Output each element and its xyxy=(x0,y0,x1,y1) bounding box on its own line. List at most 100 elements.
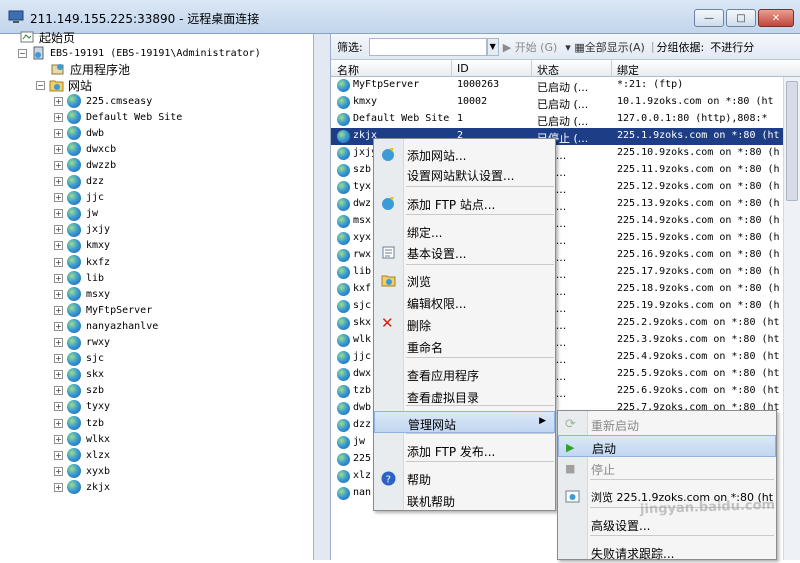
menu-item-bindings[interactable]: 绑定... xyxy=(374,220,555,242)
site-binding: 225.13.9zoks.com on *:80 (h xyxy=(617,198,780,209)
tree-site-item[interactable]: + dzz xyxy=(54,174,104,190)
tree-site-item[interactable]: + dwb xyxy=(54,125,104,141)
menu-item-edit-permissions[interactable]: 编辑权限... xyxy=(374,291,555,313)
collapse-toggle[interactable]: − xyxy=(18,48,27,58)
expand-toggle[interactable]: + xyxy=(54,160,63,170)
tree-site-item[interactable]: + MyFtpServer xyxy=(54,302,152,318)
menu-item-manage-site[interactable]: 管理网站 ▶ xyxy=(374,411,555,433)
tree-site-item[interactable]: + msxy xyxy=(54,286,110,302)
tree-site-item[interactable]: + tzb xyxy=(54,415,104,431)
tree-site-item[interactable]: + xyxb xyxy=(54,463,110,479)
expand-toggle[interactable]: + xyxy=(54,402,63,412)
tree-start-page[interactable]: 起始页 xyxy=(20,29,75,45)
expand-toggle[interactable]: + xyxy=(54,370,63,380)
tree-app-pools[interactable]: 应用程序池 xyxy=(50,61,130,77)
expand-toggle[interactable]: + xyxy=(54,144,63,154)
vertical-scrollbar[interactable] xyxy=(783,77,800,560)
minimize-button[interactable]: — xyxy=(694,9,724,27)
maximize-button[interactable]: □ xyxy=(726,9,756,27)
tree-site-item[interactable]: + kxfz xyxy=(54,254,110,270)
browse-icon xyxy=(565,490,580,503)
menu-item-label: 查看虚拟目录 xyxy=(407,391,480,405)
submenu-item-label: 启动 xyxy=(592,442,617,456)
tree-site-item[interactable]: + sjc xyxy=(54,351,104,367)
expand-toggle[interactable]: + xyxy=(54,289,63,299)
column-status[interactable]: 状态 xyxy=(537,62,559,78)
expand-toggle[interactable]: + xyxy=(54,418,63,428)
menu-item-add-site[interactable]: 添加网站... xyxy=(374,143,555,165)
filter-dropdown-icon[interactable]: ▼ xyxy=(486,37,499,56)
expand-toggle[interactable]: + xyxy=(54,305,63,315)
menu-item-rename[interactable]: 重命名 xyxy=(374,335,555,357)
menu-item-add-ftp-publish[interactable]: 添加 FTP 发布... xyxy=(374,439,555,461)
expand-toggle[interactable]: + xyxy=(54,209,63,219)
expand-toggle[interactable]: + xyxy=(54,273,63,283)
tree-site-item[interactable]: + dwxcb xyxy=(54,141,116,157)
showall-button[interactable]: ▾ ▦全部显示(A) xyxy=(565,39,645,55)
submenu-item-start[interactable]: ▶ 启动 xyxy=(558,435,776,457)
menu-item-basic-settings[interactable]: 基本设置... xyxy=(374,241,555,263)
expand-toggle[interactable]: + xyxy=(54,128,63,138)
expand-toggle[interactable]: + xyxy=(54,466,63,476)
expand-toggle[interactable]: + xyxy=(54,225,63,235)
tree-sites[interactable]: − 网站 xyxy=(36,77,92,93)
tree-sites-label: 网站 xyxy=(68,78,93,93)
submenu-item-stop[interactable]: ■ 停止 xyxy=(558,457,776,479)
tree-server[interactable]: − EBS-19191 (EBS-19191\Administrator) xyxy=(18,45,261,61)
menu-item-view-applications[interactable]: 查看应用程序 xyxy=(374,363,555,385)
expand-toggle[interactable]: + xyxy=(54,112,63,122)
tree-site-item[interactable]: + tyxy xyxy=(54,399,110,415)
tree-site-item[interactable]: + Default Web Site xyxy=(54,109,182,125)
menu-item-delete[interactable]: ✕ 删除 xyxy=(374,313,555,335)
tree-site-item[interactable]: + jw xyxy=(54,206,98,222)
filter-input[interactable] xyxy=(368,37,487,56)
expand-toggle[interactable]: + xyxy=(54,241,63,251)
site-row[interactable]: MyFtpServer 1000263 已启动 (... *:21: (ftp) xyxy=(331,77,800,94)
tree-site-item[interactable]: + zkjx xyxy=(54,479,110,495)
site-row[interactable]: Default Web Site 1 已启动 (... 127.0.0.1:80 (h… xyxy=(331,111,800,128)
expand-toggle[interactable]: + xyxy=(54,338,63,347)
expand-toggle[interactable]: + xyxy=(54,177,63,186)
column-id[interactable]: ID xyxy=(457,62,469,75)
globe-icon xyxy=(67,367,81,382)
expand-toggle[interactable]: + xyxy=(54,257,63,267)
groupby-select[interactable]: 不进行分 xyxy=(710,39,770,55)
scroll-thumb[interactable] xyxy=(786,81,798,201)
groupby-label: 分组依据: xyxy=(656,40,705,54)
close-button[interactable]: ✕ xyxy=(758,9,794,27)
tree-site-item[interactable]: + wlkx xyxy=(54,431,110,447)
menu-item-site-defaults[interactable]: 设置网站默认设置... xyxy=(374,163,555,185)
tree-site-item[interactable]: + jjc xyxy=(54,190,104,206)
tree-site-item[interactable]: + rwxy xyxy=(54,335,110,351)
column-header: 名称 ID 状态 绑定 xyxy=(331,60,800,77)
expand-toggle[interactable]: + xyxy=(54,354,63,364)
expand-toggle[interactable]: + xyxy=(54,96,63,106)
expand-toggle[interactable]: + xyxy=(54,321,63,331)
tree-site-item[interactable]: + jxjy xyxy=(54,222,110,238)
menu-item-online-help[interactable]: 联机帮助 xyxy=(374,489,555,511)
expand-toggle[interactable]: + xyxy=(54,386,63,396)
column-name[interactable]: 名称 xyxy=(337,62,359,78)
column-binding[interactable]: 绑定 xyxy=(617,62,639,78)
menu-item-browse[interactable]: 浏览 xyxy=(374,269,555,291)
submenu-item-restart[interactable]: ⟳ 重新启动 xyxy=(558,413,776,435)
splitter[interactable] xyxy=(314,34,330,560)
menu-item-help[interactable]: ? 帮助 xyxy=(374,467,555,489)
expand-toggle[interactable]: + xyxy=(54,482,63,492)
tree-site-item[interactable]: + lib xyxy=(54,270,104,286)
tree-site-item[interactable]: +225.cmseasy xyxy=(54,93,152,109)
tree-site-item[interactable]: + szb xyxy=(54,383,104,399)
expand-toggle[interactable]: + xyxy=(54,450,63,460)
expand-toggle[interactable]: + xyxy=(54,193,63,203)
tree-site-item[interactable]: + kmxy xyxy=(54,238,110,254)
start-filter-button[interactable]: ▶ 开始 (G) xyxy=(503,39,558,55)
menu-item-add-ftp-site[interactable]: 添加 FTP 站点... xyxy=(374,192,555,214)
menu-item-view-virtual-dirs[interactable]: 查看虚拟目录 xyxy=(374,385,555,407)
tree-site-item[interactable]: + xlzx xyxy=(54,447,110,463)
tree-site-item[interactable]: + skx xyxy=(54,367,104,383)
collapse-toggle[interactable]: − xyxy=(36,80,45,90)
tree-site-item[interactable]: + nanyazhanlve xyxy=(54,318,158,334)
tree-site-item[interactable]: + dwzzb xyxy=(54,157,116,173)
expand-toggle[interactable]: + xyxy=(54,434,63,444)
site-row[interactable]: kmxy 10002 已启动 (... 10.1.9zoks.com on *:80 … xyxy=(331,94,800,111)
